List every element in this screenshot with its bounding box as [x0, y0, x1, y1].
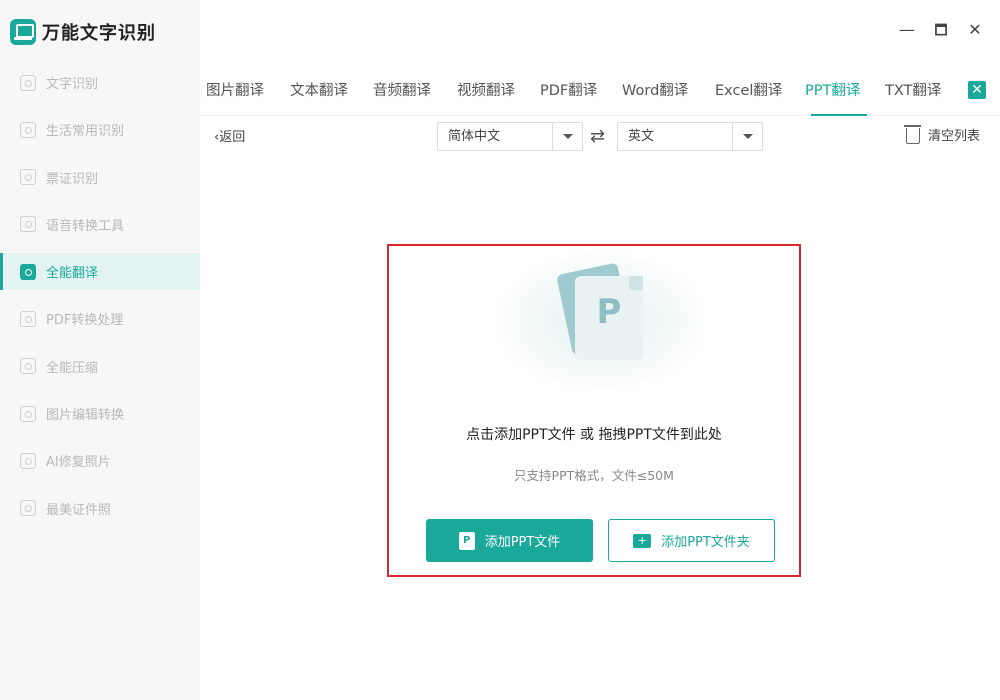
- sidebar-item-label: 图片编辑转换: [46, 408, 125, 424]
- chevron-down-icon: [732, 123, 762, 150]
- tab-txt-translate[interactable]: TXT翻译: [879, 68, 959, 116]
- tab-excel-translate[interactable]: Excel翻译: [709, 68, 799, 116]
- sidebar-item-label: 生活常用识别: [46, 124, 125, 140]
- id-photo-icon: [20, 500, 36, 517]
- file-dropzone[interactable]: P 点击添加PPT文件 或 拖拽PPT文件到此处 只支持PPT格式，文件≤50M…: [387, 244, 801, 577]
- sidebar-item-ticket-ocr[interactable]: 票证识别: [0, 159, 200, 196]
- sidebar-nav: 文字识别 生活常用识别 票证识别 语音转换工具 全能翻译 PDF转换处理 全能压…: [0, 64, 200, 537]
- sidebar-item-label: PDF转换处理: [46, 313, 124, 329]
- scan-icon: [20, 74, 36, 91]
- add-ppt-folder-label: 添加PPT文件夹: [661, 535, 750, 550]
- target-language-value: 英文: [628, 129, 655, 144]
- source-language-select[interactable]: 简体中文: [437, 122, 583, 151]
- ppt-file-icon: P: [458, 531, 475, 550]
- folder-plus-icon: +: [633, 533, 652, 548]
- ppt-file-letter: P: [596, 292, 622, 332]
- sidebar-item-label: AI修复照片: [46, 455, 111, 471]
- voice-icon: [20, 216, 36, 233]
- compress-icon: [20, 358, 36, 375]
- ppt-file-icon: P: [575, 276, 643, 360]
- tab-word-translate[interactable]: Word翻译: [616, 68, 709, 116]
- sidebar-item-ai-photo[interactable]: AI修复照片: [0, 442, 200, 479]
- sidebar-item-image-edit[interactable]: 图片编辑转换: [0, 395, 200, 432]
- sidebar-item-life-ocr[interactable]: 生活常用识别: [0, 111, 200, 148]
- sidebar-item-compress[interactable]: 全能压缩: [0, 348, 200, 385]
- add-ppt-folder-button[interactable]: + 添加PPT文件夹: [608, 519, 775, 562]
- dropzone-main-hint: 点击添加PPT文件 或 拖拽PPT文件到此处: [466, 427, 722, 443]
- scan-icon: [20, 169, 36, 186]
- sidebar-item-label: 票证识别: [46, 171, 99, 187]
- trash-icon: [904, 125, 921, 144]
- app-name: 万能文字识别: [42, 23, 156, 44]
- pdf-icon: [20, 310, 36, 327]
- close-icon[interactable]: ✕: [968, 81, 986, 99]
- translate-icon: [20, 263, 36, 280]
- sidebar-item-text-ocr[interactable]: 文字识别: [0, 64, 200, 101]
- scan-icon: [20, 121, 36, 138]
- add-ppt-file-label: 添加PPT文件: [484, 535, 561, 550]
- translate-tabs: 图片翻译 文本翻译 音频翻译 视频翻译 PDF翻译 Word翻译 Excel翻译…: [200, 68, 1000, 116]
- clear-list-label: 清空列表: [928, 129, 981, 144]
- tab-image-translate[interactable]: 图片翻译: [200, 68, 284, 116]
- tab-video-translate[interactable]: 视频翻译: [451, 68, 534, 116]
- ai-icon: [20, 452, 36, 469]
- clear-list-button[interactable]: 清空列表: [904, 125, 981, 144]
- close-window-button[interactable]: ✕: [963, 20, 987, 39]
- source-language-value: 简体中文: [448, 129, 501, 144]
- back-label: 返回: [219, 130, 246, 145]
- tab-audio-translate[interactable]: 音频翻译: [367, 68, 451, 116]
- app-logo-icon: [10, 19, 36, 45]
- maximize-button[interactable]: 🗖: [929, 20, 953, 44]
- back-button[interactable]: ‹返回: [214, 126, 245, 145]
- add-ppt-file-button[interactable]: P 添加PPT文件: [426, 519, 593, 562]
- sidebar-item-id-photo[interactable]: 最美证件照: [0, 490, 200, 527]
- sidebar-item-label: 文字识别: [46, 77, 99, 92]
- sidebar: 万能文字识别 文字识别 生活常用识别 票证识别 语音转换工具 全能翻译 PDF转…: [0, 0, 200, 700]
- sidebar-item-label: 语音转换工具: [46, 218, 125, 234]
- minimize-button[interactable]: —: [895, 20, 919, 39]
- tab-pdf-translate[interactable]: PDF翻译: [534, 68, 616, 116]
- target-language-select[interactable]: 英文: [617, 122, 763, 151]
- sidebar-item-label: 最美证件照: [46, 502, 112, 518]
- sidebar-item-voice-tools[interactable]: 语音转换工具: [0, 206, 200, 243]
- sidebar-item-label: 全能翻译: [46, 266, 99, 282]
- sidebar-item-label: 全能压缩: [46, 360, 99, 376]
- swap-language-icon[interactable]: ⇄: [590, 126, 605, 147]
- chevron-down-icon: [552, 123, 582, 150]
- sidebar-item-pdf[interactable]: PDF转换处理: [0, 300, 200, 337]
- app-title: 万能文字识别: [10, 16, 156, 48]
- tab-ppt-translate[interactable]: PPT翻译: [799, 68, 879, 116]
- dropzone-sub-hint: 只支持PPT格式，文件≤50M: [514, 468, 674, 483]
- tab-text-translate[interactable]: 文本翻译: [284, 68, 367, 116]
- image-icon: [20, 405, 36, 422]
- sidebar-item-translate[interactable]: 全能翻译: [0, 253, 200, 291]
